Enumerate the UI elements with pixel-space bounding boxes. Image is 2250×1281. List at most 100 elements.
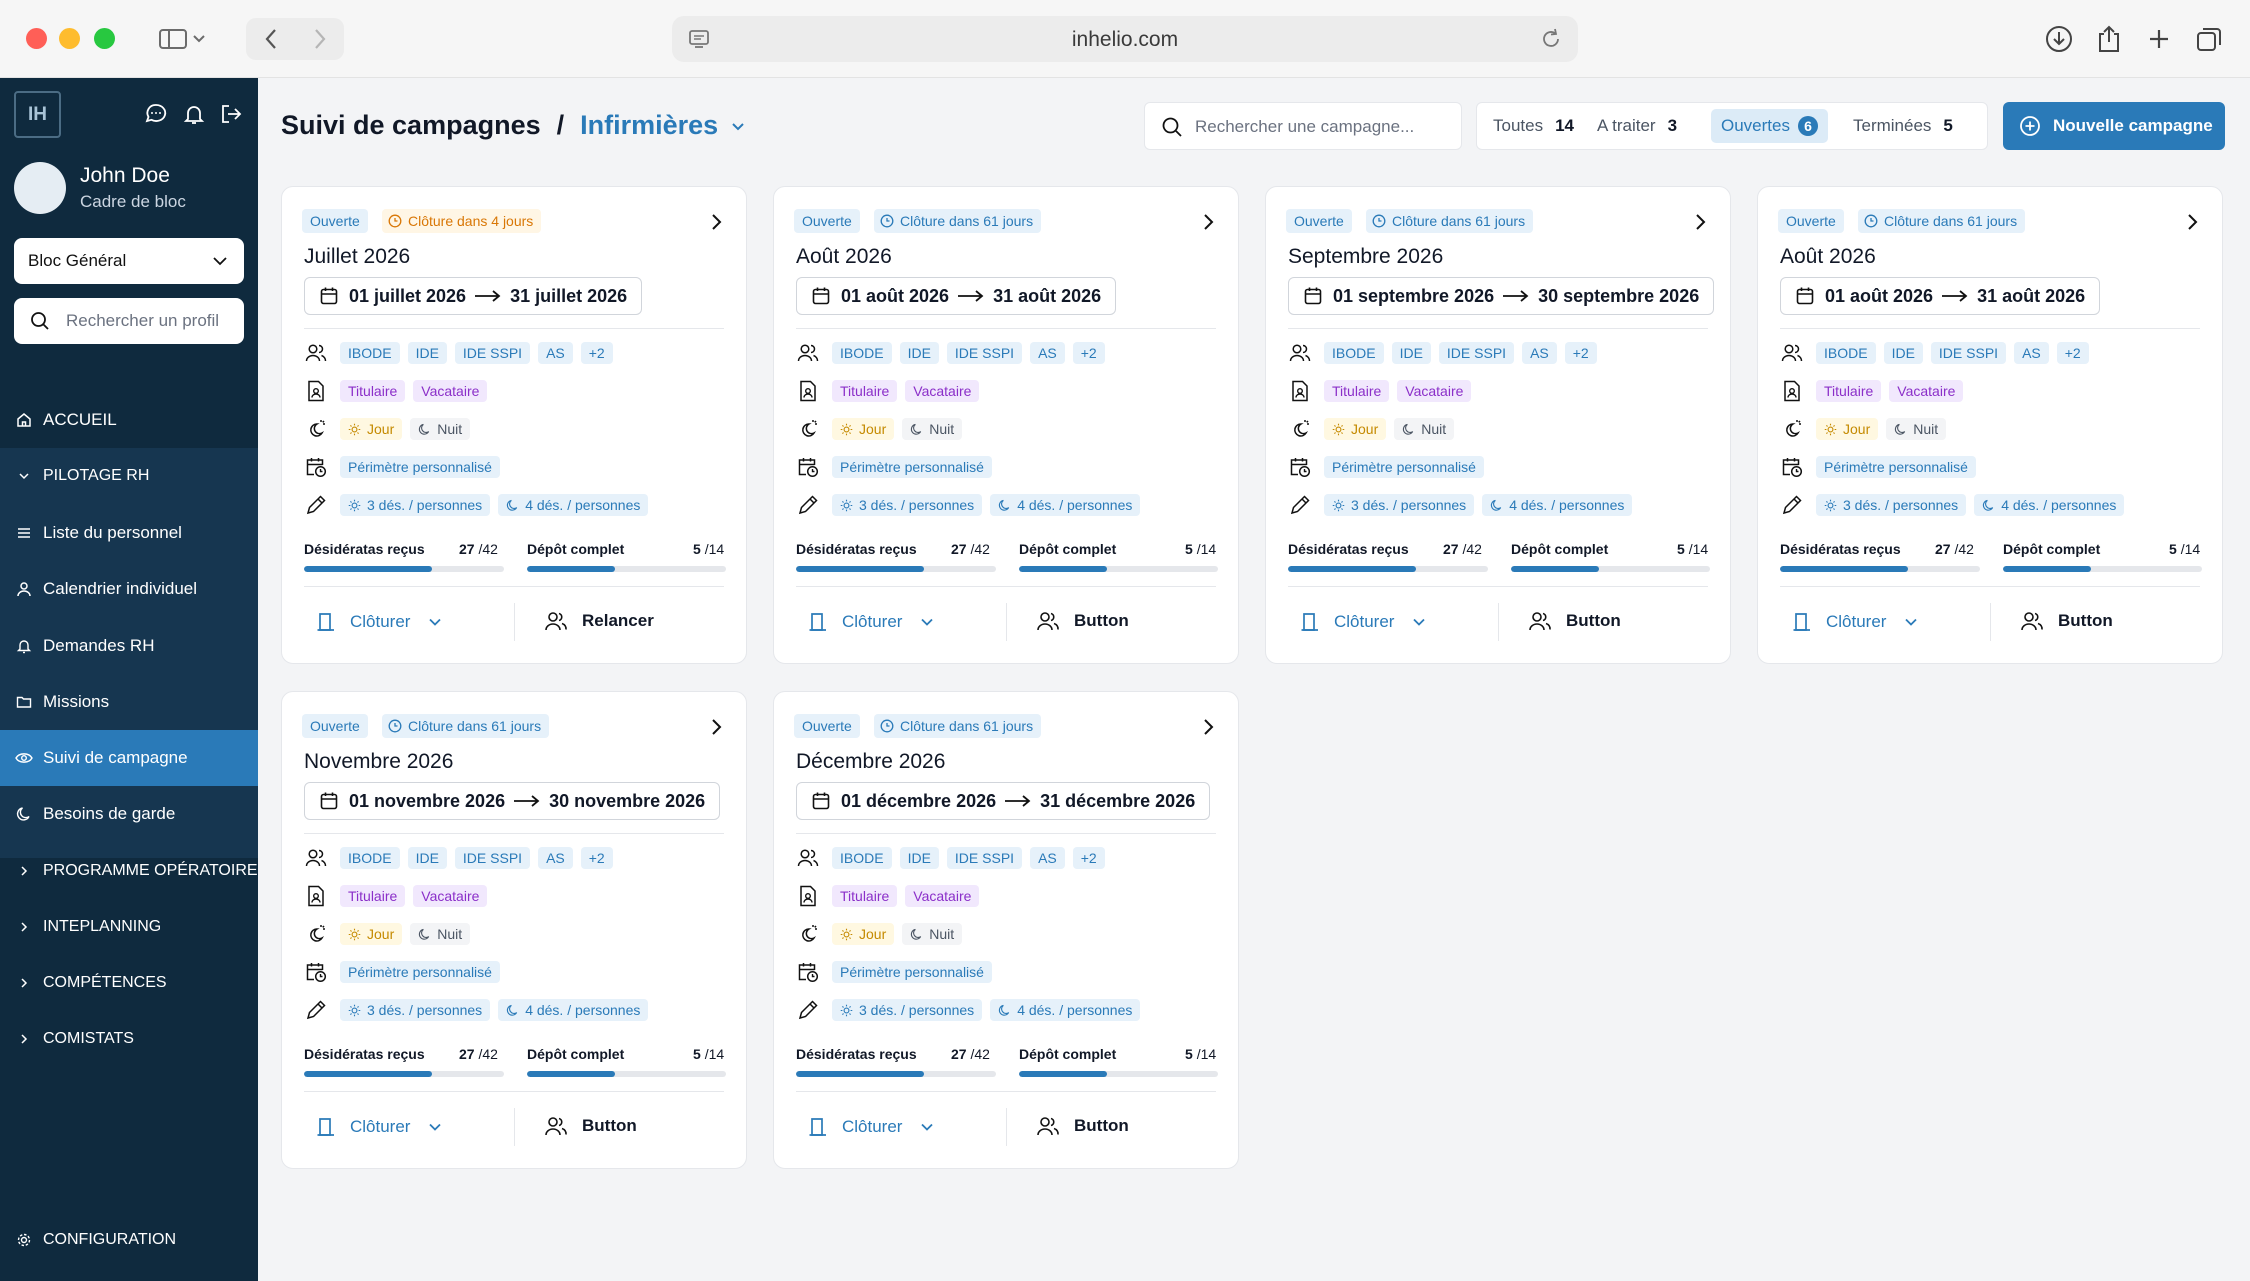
avatar[interactable] xyxy=(14,162,66,214)
menu-programme-operatoire[interactable]: PROGRAMME OPÉRATOIRE xyxy=(0,843,258,899)
campaign-card[interactable]: Ouverte Clôture dans 61 jours Décembre 2… xyxy=(773,691,1239,1169)
menu-inteplanning[interactable]: INTEPLANNING xyxy=(0,899,258,955)
menu-accueil[interactable]: ACCUEIL xyxy=(0,392,258,448)
menu-calendrier[interactable]: Calendrier individuel xyxy=(0,561,258,617)
open-campaign-button[interactable] xyxy=(1202,213,1214,231)
secondary-action-button[interactable]: Button xyxy=(2020,611,2113,631)
list-icon xyxy=(18,528,30,538)
stat-total: /42 xyxy=(478,1046,498,1062)
perimeter-row: Périmètre personnalisé xyxy=(796,958,1000,986)
menu-missions[interactable]: Missions xyxy=(0,674,258,730)
filter-toutes[interactable]: Toutes 14 xyxy=(1483,109,1584,143)
tab-overview-button[interactable] xyxy=(2190,20,2228,58)
open-campaign-button[interactable] xyxy=(710,718,722,736)
role-chip: IDE xyxy=(407,847,447,869)
menu-configuration[interactable]: CONFIGURATION xyxy=(0,1212,258,1268)
desiderata-row: 3 dés. / personnes 4 dés. / personnes xyxy=(796,491,1148,519)
campaign-card[interactable]: Ouverte Clôture dans 61 jours Novembre 2… xyxy=(281,691,747,1169)
divider xyxy=(1780,328,2200,329)
bloc-select[interactable]: Bloc Général xyxy=(14,238,244,284)
desiderata-row: 3 dés. / personnes 4 dés. / personnes xyxy=(1780,491,2132,519)
menu-pilotage-rh[interactable]: PILOTAGE RH xyxy=(0,448,258,504)
chat-icon[interactable] xyxy=(144,102,168,126)
chevron-down-icon[interactable] xyxy=(730,118,746,134)
divider xyxy=(1288,586,1708,587)
sidebar-toggle-button[interactable] xyxy=(148,18,218,60)
bloc-select-value: Bloc Général xyxy=(28,251,127,270)
bell-close-icon xyxy=(809,613,826,631)
desiderata-night-chip: 4 dés. / personnes xyxy=(1482,494,1633,516)
stat-value: 5 /14 xyxy=(1677,541,1708,557)
forward-button[interactable] xyxy=(295,18,344,60)
bell-icon[interactable] xyxy=(182,102,206,126)
shifts-row: Jour Nuit xyxy=(304,415,478,443)
campaign-card[interactable]: Ouverte Clôture dans 61 jours Août 2026 … xyxy=(1757,186,2223,664)
window-minimize-button[interactable] xyxy=(59,28,80,49)
secondary-action-button[interactable]: Button xyxy=(1036,611,1129,631)
desiderata-day-label: 3 dés. / personnes xyxy=(367,497,483,513)
share-button[interactable] xyxy=(2090,20,2128,58)
perimeter-chip: Périmètre personnalisé xyxy=(340,961,500,983)
close-campaign-button[interactable]: Clôturer xyxy=(808,1116,934,1138)
window-zoom-button[interactable] xyxy=(94,28,115,49)
users-icon xyxy=(305,344,327,362)
calendar-icon xyxy=(812,287,830,305)
secondary-action-button[interactable]: Button xyxy=(544,1116,637,1136)
close-campaign-button[interactable]: Clôturer xyxy=(1300,611,1426,633)
new-tab-button[interactable] xyxy=(2140,20,2178,58)
stat-total: /42 xyxy=(1954,541,1974,557)
contract-chip: Vacataire xyxy=(905,885,980,907)
moon-icon xyxy=(507,1004,518,1016)
window-close-button[interactable] xyxy=(26,28,47,49)
close-campaign-button[interactable]: Clôturer xyxy=(316,1116,442,1138)
divider xyxy=(796,328,1216,329)
menu-suivi-campagne[interactable]: Suivi de campagne xyxy=(0,730,258,786)
open-campaign-button[interactable] xyxy=(710,213,722,231)
profile-search-input[interactable]: Rechercher un profil xyxy=(14,298,244,344)
desiderata-day-chip: 3 dés. / personnes xyxy=(1816,494,1967,516)
status-badge: Ouverte xyxy=(794,209,860,233)
filter-ouvertes[interactable]: Ouvertes 6 xyxy=(1711,109,1828,143)
reload-icon[interactable] xyxy=(1540,27,1562,51)
filter-terminees[interactable]: Terminées 5 xyxy=(1843,109,1963,143)
menu-liste-personnel[interactable]: Liste du personnel xyxy=(0,505,258,561)
menu-competences[interactable]: COMPÉTENCES xyxy=(0,955,258,1011)
downloads-button[interactable] xyxy=(2040,20,2078,58)
campaign-card[interactable]: Ouverte Clôture dans 61 jours Septembre … xyxy=(1265,186,1731,664)
role-chip: AS xyxy=(538,847,573,869)
depot-stat: Dépôt complet 5 /14 xyxy=(1019,541,1216,557)
secondary-action-button[interactable]: Button xyxy=(1528,611,1621,631)
logout-icon[interactable] xyxy=(219,102,243,126)
campaign-card[interactable]: Ouverte Clôture dans 4 jours Juillet 202… xyxy=(281,186,747,664)
date-range: 01 août 2026 31 août 2026 xyxy=(796,277,1117,315)
campaign-card[interactable]: Ouverte Clôture dans 61 jours Août 2026 … xyxy=(773,186,1239,664)
stat-value: 5 /14 xyxy=(693,541,724,557)
closing-text: Clôture dans 61 jours xyxy=(1392,213,1526,229)
contract-chip: Vacataire xyxy=(905,380,980,402)
close-campaign-button[interactable]: Clôturer xyxy=(1792,611,1918,633)
date-start: 01 juillet 2026 xyxy=(349,285,467,306)
closing-badge: Clôture dans 61 jours xyxy=(382,714,550,738)
open-campaign-button[interactable] xyxy=(1202,718,1214,736)
clock-icon xyxy=(880,214,894,228)
address-bar[interactable]: inhelio.com xyxy=(672,16,1578,62)
secondary-action-button[interactable]: Relancer xyxy=(544,611,654,631)
filter-a-traiter[interactable]: A traiter 3 xyxy=(1587,109,1687,143)
breadcrumb-current[interactable]: Infirmières xyxy=(580,110,718,141)
open-campaign-button[interactable] xyxy=(1694,213,1706,231)
close-campaign-button[interactable]: Clôturer xyxy=(808,611,934,633)
breadcrumb-root[interactable]: Suivi de campagnes xyxy=(281,110,541,141)
campaign-search-input[interactable]: Rechercher une campagne... xyxy=(1144,102,1462,150)
bell-close-icon xyxy=(317,1118,334,1136)
back-button[interactable] xyxy=(246,18,295,60)
menu-besoins-garde[interactable]: Besoins de garde xyxy=(0,786,258,842)
menu-comistats[interactable]: COMISTATS xyxy=(0,1011,258,1067)
campaign-title: Novembre 2026 xyxy=(304,750,454,773)
secondary-action-button[interactable]: Button xyxy=(1036,1116,1129,1136)
perimeter-row: Périmètre personnalisé xyxy=(796,453,1000,481)
close-campaign-button[interactable]: Clôturer xyxy=(316,611,442,633)
app-logo[interactable]: IH xyxy=(14,91,61,138)
open-campaign-button[interactable] xyxy=(2186,213,2198,231)
new-campaign-button[interactable]: Nouvelle campagne xyxy=(2003,102,2225,150)
menu-demandes-rh[interactable]: Demandes RH xyxy=(0,618,258,674)
